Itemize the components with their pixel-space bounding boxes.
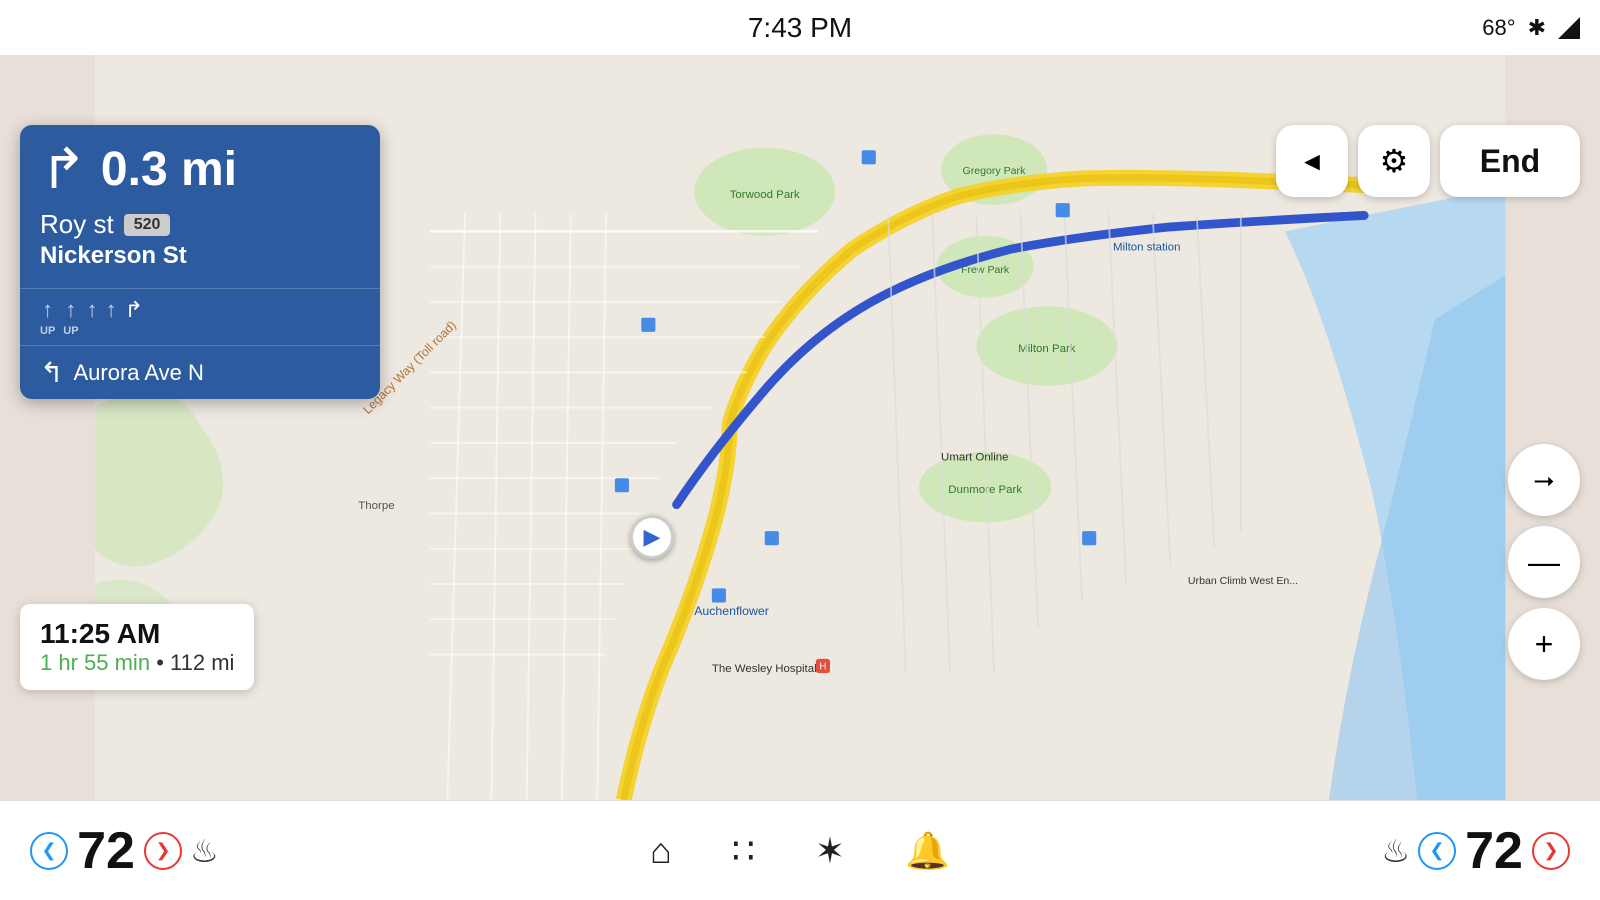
street-info: Roy st 520 Nickerson St [20,205,380,288]
lane-arrow-1: ↑ [42,297,53,323]
svg-text:Dunmore Park: Dunmore Park [948,484,1022,496]
status-temperature: 68° [1482,15,1515,41]
left-temp-decrease-button[interactable]: ❮ [30,832,68,870]
bluetooth-icon: ✱ [1528,15,1546,41]
lane-arrow-2: ↑ [65,297,76,323]
svg-text:Torwood Park: Torwood Park [730,189,800,201]
map-area[interactable]: Torwood Park Gregory Park Frew Park Milt… [0,55,1600,800]
eta-distance-separator: • [156,650,170,675]
zoom-out-button[interactable]: — [1508,526,1580,598]
eta-card: 11:25 AM 1 hr 55 min • 112 mi [20,604,254,690]
left-temperature-control: ❮ 72 ❯ ♨ [30,821,219,881]
grid-button[interactable]: ∷ [732,830,755,872]
svg-text:Thorpe: Thorpe [358,500,394,512]
next-turn: ↰ Aurora Ave N [20,346,380,399]
lane-1: ↑ UP [40,297,55,337]
eta-arrival-time: 11:25 AM [40,618,234,650]
zoom-controls: ⭢ — + [1508,444,1580,680]
lane-3: ↑ [87,297,98,337]
left-temp-increase-button[interactable]: ❯ [144,832,182,870]
route-badge: 520 [124,214,171,236]
zoom-in-button[interactable]: + [1508,608,1580,680]
street-name: Roy st [40,209,114,240]
nav-card-top: ↱ 0.3 mi [20,125,380,205]
lane-2: ↑ UP [63,297,78,337]
svg-text:Urban Climb West En...: Urban Climb West En... [1188,575,1298,587]
status-bar: 7:43 PM 68° ✱ [0,0,1600,55]
signal-icon [1558,17,1580,39]
svg-text:Auchenflower: Auchenflower [694,604,769,618]
settings-button[interactable]: ⚙ [1358,125,1430,197]
minus-icon: — [1528,544,1560,581]
lane-indicators: ↑ UP ↑ UP ↑ ↑ ↱ [20,288,380,346]
street-row: Roy st 520 [40,209,360,240]
eta-details: 1 hr 55 min • 112 mi [40,650,234,676]
pan-button[interactable]: ⭢ [1508,444,1580,516]
next-street-name: Aurora Ave N [73,360,203,386]
lane-4: ↑ [106,297,117,337]
eta-distance: 112 mi [170,650,234,675]
notification-button[interactable]: 🔔 [905,830,950,872]
lane-arrow-4: ↑ [106,297,117,323]
map-controls: ◄ ⚙ End [1276,125,1580,197]
right-temp-increase-button[interactable]: ❯ [1532,832,1570,870]
bottom-bar: ❮ 72 ❯ ♨ ⌂ ∷ ✶ 🔔 ♨ ❮ 72 ❯ [0,800,1600,900]
navigation-card: ↱ 0.3 mi Roy st 520 Nickerson St ↑ UP ↑ … [20,125,380,399]
cross-street: Nickerson St [40,242,360,270]
status-time: 7:43 PM [748,12,852,44]
lane-arrow-3: ↑ [87,297,98,323]
svg-text:Milton station: Milton station [1113,242,1180,254]
speaker-icon: ◄ [1299,146,1325,177]
end-navigation-button[interactable]: End [1440,125,1580,197]
svg-text:Umart Online: Umart Online [941,452,1008,464]
svg-text:H: H [819,662,826,673]
next-turn-arrow-icon: ↰ [40,356,63,389]
turn-arrow-icon: ↱ [40,141,87,197]
svg-text:The Wesley Hospital: The Wesley Hospital [712,663,817,675]
gear-icon: ⚙ [1380,142,1409,180]
left-heat-icon: ♨ [190,832,219,870]
right-temperature-control: ♨ ❮ 72 ❯ [1381,821,1570,881]
location-indicator: ▶ [630,515,674,559]
mute-button[interactable]: ◄ [1276,125,1348,197]
distance-display: 0.3 mi [101,142,237,197]
eta-duration: 1 hr 55 min [40,650,150,675]
location-arrow-icon: ▶ [644,524,661,550]
plus-icon: + [1535,626,1554,663]
home-button[interactable]: ⌂ [650,830,672,872]
right-temp-decrease-button[interactable]: ❮ [1418,832,1456,870]
move-icon: ⭢ [1534,464,1555,496]
svg-text:Gregory Park: Gregory Park [963,165,1027,177]
lane-5: ↱ [125,297,143,337]
right-temperature-value: 72 [1464,821,1524,881]
lane-arrow-5: ↱ [125,297,143,323]
fan-button[interactable]: ✶ [815,830,845,872]
left-temperature-value: 72 [76,821,136,881]
right-heat-icon: ♨ [1381,832,1410,870]
center-navigation: ⌂ ∷ ✶ 🔔 [650,830,950,872]
status-right: 68° ✱ [1482,15,1580,41]
